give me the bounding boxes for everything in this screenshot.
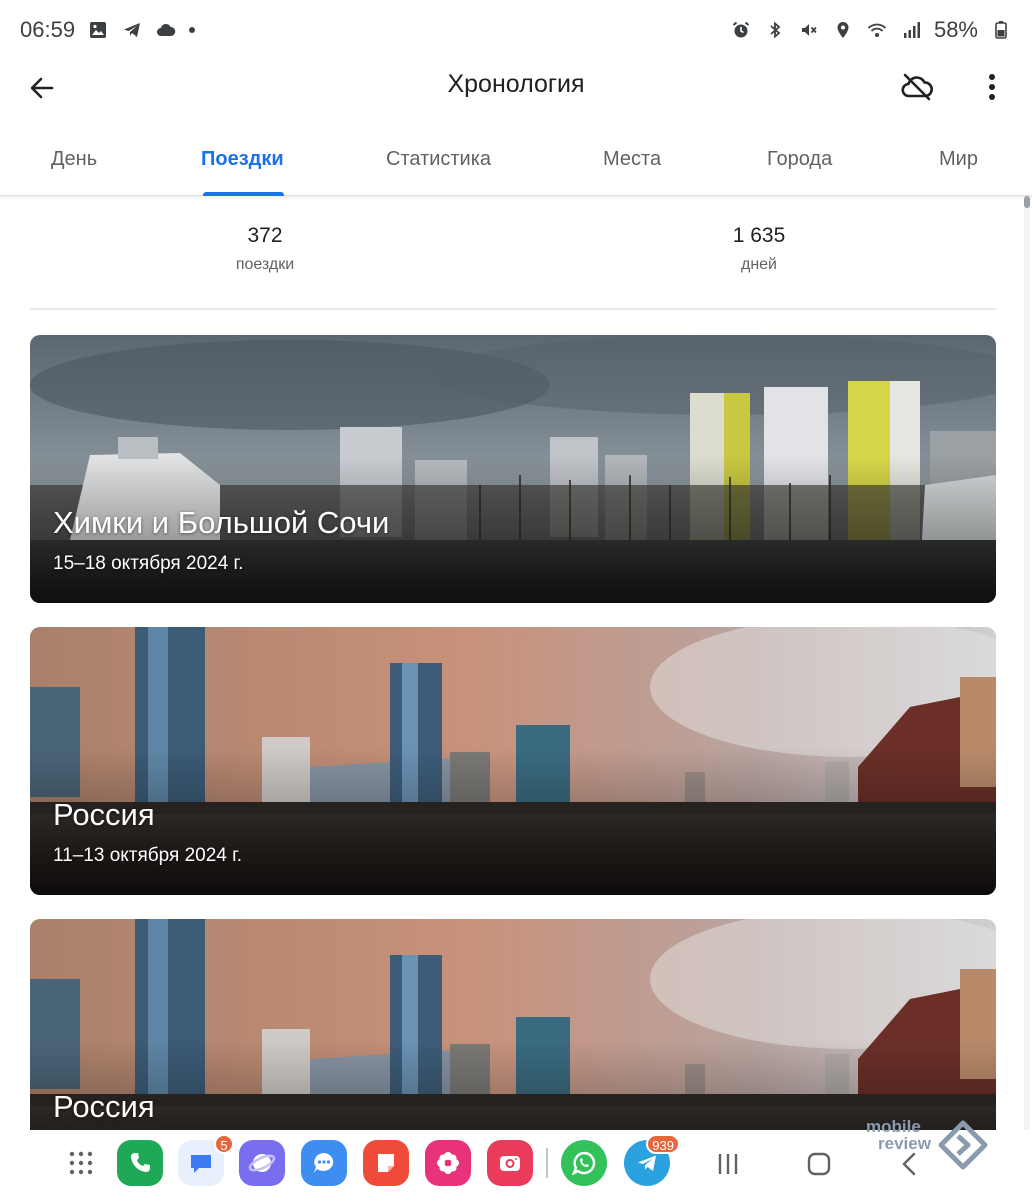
mute-icon [798, 19, 820, 41]
telegram-notification-icon [121, 19, 143, 41]
trip-dates: 15–18 октября 2024 г. [53, 553, 244, 574]
tab-trips[interactable]: Поездки [201, 148, 284, 171]
page-title: Хронология [447, 70, 585, 98]
stat-days: 1 635 дней [694, 224, 824, 274]
watermark-line-2: review [878, 1134, 931, 1153]
recent-apps-icon [718, 1154, 738, 1174]
battery-icon [990, 19, 1012, 41]
trip-title: Россия [53, 797, 155, 832]
tab-day[interactable]: День [51, 148, 97, 171]
location-icon [832, 19, 854, 41]
gallery-icon [437, 1152, 459, 1174]
alarm-icon [730, 19, 752, 41]
tab-cities[interactable]: Города [767, 148, 832, 171]
whatsapp-icon [571, 1151, 596, 1176]
apps-grid-button[interactable] [58, 1140, 104, 1186]
notes-icon [378, 1154, 394, 1172]
samsung-internet-icon [248, 1154, 276, 1172]
arrow-back-icon [30, 77, 54, 99]
notes-app[interactable] [363, 1140, 409, 1186]
phone-app[interactable] [117, 1140, 163, 1186]
wifi-icon [866, 19, 888, 41]
app-bar: Хронология [0, 60, 1032, 120]
battery-percent: 58% [933, 17, 978, 42]
status-left: 06:59 [20, 17, 196, 43]
tab-statistics[interactable]: Статистика [386, 148, 491, 171]
back-button[interactable] [22, 68, 62, 108]
watermark-logo-icon [938, 1120, 988, 1170]
messages-app[interactable]: 5 [178, 1134, 234, 1186]
scrollbar[interactable] [1024, 196, 1030, 1130]
trip-photo-city-2 [30, 919, 996, 1130]
dock-divider [546, 1148, 548, 1178]
apps-grid-icon [69, 1151, 93, 1175]
more-options-button[interactable] [972, 66, 1012, 108]
signal-icon [900, 19, 922, 41]
messages-badge: 5 [214, 1134, 234, 1154]
telegram-badge: 939 [646, 1134, 680, 1154]
stat-trips: 372 поездки [200, 224, 330, 274]
tab-bar: День Поездки Статистика Места Города Мир [0, 126, 1032, 196]
messages-icon [191, 1155, 211, 1173]
tab-world[interactable]: Мир [939, 148, 978, 171]
status-bar: 06:59 58% [0, 0, 1032, 60]
backup-off-button[interactable] [896, 66, 938, 108]
chat-icon [314, 1153, 334, 1173]
trip-title: Россия [53, 1089, 155, 1124]
recent-apps-button[interactable] [708, 1144, 748, 1184]
trip-stats: 372 поездки 1 635 дней [30, 200, 996, 310]
trip-title: Химки и Большой Сочи [53, 505, 390, 540]
telegram-app[interactable]: 939 [624, 1134, 680, 1186]
watermark-text: mobile review [866, 1118, 931, 1152]
home-button[interactable] [799, 1144, 839, 1184]
chat-app[interactable] [301, 1140, 347, 1186]
more-vert-icon [989, 74, 995, 100]
stat-trips-label: поездки [235, 256, 295, 273]
gallery-app[interactable] [425, 1140, 471, 1186]
stat-days-value: 1 635 [732, 224, 786, 247]
watermark-line-1: mobile [866, 1117, 921, 1136]
stat-trips-value: 372 [247, 224, 283, 247]
mobile-review-watermark: mobile review [866, 1118, 992, 1174]
camera-app[interactable] [487, 1140, 533, 1186]
tab-places[interactable]: Места [603, 148, 661, 171]
taskbar: 5 939 mobile review [0, 1118, 1032, 1200]
active-tab-indicator [203, 192, 284, 196]
stat-days-label: дней [740, 256, 777, 273]
trip-card[interactable]: Россия [30, 919, 996, 1130]
more-notifications-dot-icon [189, 27, 196, 33]
scroll-thumb[interactable] [1024, 196, 1030, 208]
whatsapp-app[interactable] [561, 1140, 607, 1186]
trip-card[interactable]: Химки и Большой Сочи 15–18 октября 2024 … [30, 335, 996, 603]
status-time: 06:59 [20, 17, 76, 42]
bluetooth-icon [764, 19, 786, 41]
cloud-notification-icon [155, 19, 177, 41]
samsung-internet-app[interactable] [239, 1140, 285, 1186]
gallery-notification-icon [87, 19, 109, 41]
trip-card[interactable]: Россия 11–13 октября 2024 г. [30, 627, 996, 895]
camera-icon [500, 1156, 520, 1171]
trip-dates: 11–13 октября 2024 г. [53, 845, 243, 866]
status-right: 58% [730, 17, 1012, 43]
cloud-off-icon [901, 73, 933, 101]
phone-icon [131, 1153, 150, 1172]
home-icon [807, 1152, 831, 1176]
